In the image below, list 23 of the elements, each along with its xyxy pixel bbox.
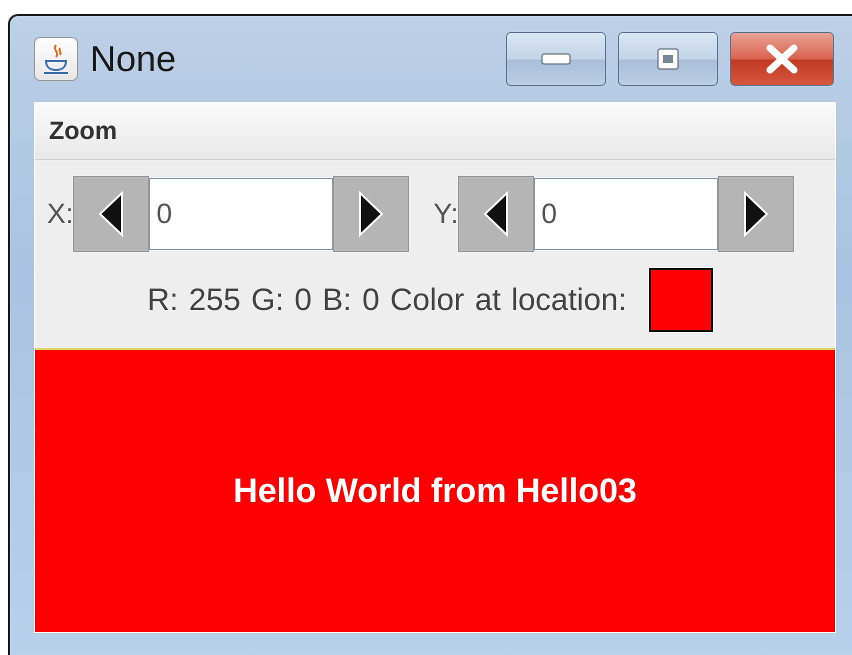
- minimize-button[interactable]: [506, 32, 606, 86]
- value-field[interactable]: 0: [534, 178, 718, 250]
- maximize-button[interactable]: [618, 32, 718, 86]
- hello-text: Hello World from Hello03: [233, 472, 637, 510]
- maximize-icon: [657, 48, 679, 70]
- decrement-button[interactable]: [73, 176, 150, 252]
- value-field[interactable]: 0: [149, 178, 334, 250]
- close-button[interactable]: [730, 32, 834, 86]
- right-arrow-icon: [357, 191, 386, 237]
- color-readout: R: 255 G: 0 B: 0 Color at location:: [147, 282, 627, 318]
- decrement-button[interactable]: [458, 176, 534, 252]
- window-title: None: [90, 38, 178, 80]
- increment-button[interactable]: [718, 176, 794, 252]
- increment-button[interactable]: [333, 176, 410, 252]
- close-icon: [765, 44, 799, 74]
- minimize-icon: [541, 53, 571, 65]
- app-icon: [34, 37, 78, 81]
- menu-item[interactable]: Zoom: [49, 116, 118, 146]
- spinner-label: Y:: [433, 198, 458, 230]
- left-arrow-icon: [482, 191, 510, 237]
- left-arrow-icon: [97, 191, 126, 237]
- right-arrow-icon: [742, 191, 770, 237]
- spinner-label: X:: [47, 198, 74, 230]
